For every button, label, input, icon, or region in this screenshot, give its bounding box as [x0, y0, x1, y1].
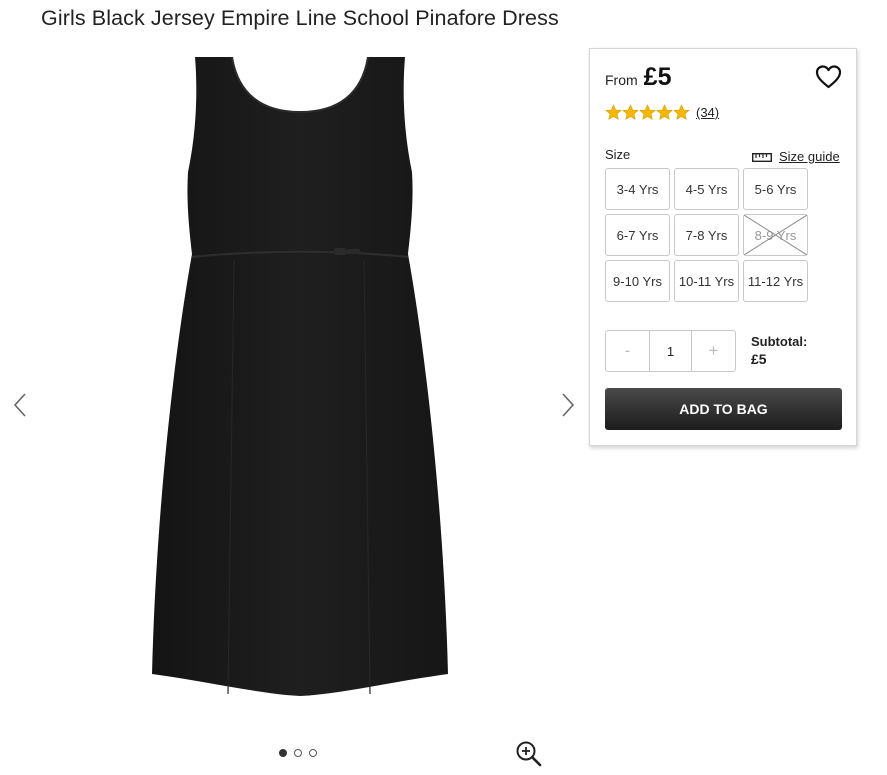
size-option-label: 6-7 Yrs [616, 227, 659, 243]
size-option-label: 10-11 Yrs [678, 273, 735, 289]
zoom-in-icon[interactable] [515, 740, 542, 767]
star-icon [605, 104, 622, 120]
ruler-icon [752, 153, 772, 162]
price: £5 [643, 63, 672, 91]
purchase-panel: From £5 (34) Size Size guide 3-4 Yrs 4-5 … [589, 48, 857, 446]
size-option[interactable]: 10-11 Yrs [674, 260, 739, 302]
quantity-value[interactable]: 1 [649, 331, 692, 371]
chevron-left-icon[interactable] [8, 385, 32, 425]
cross-icon [744, 215, 807, 255]
size-option[interactable]: 8-9 Yrs [743, 214, 808, 256]
subtotal-label: Subtotal: [751, 334, 808, 349]
price-row: From £5 [605, 63, 671, 92]
size-options: 3-4 Yrs 4-5 Yrs 5-6 Yrs 6-7 Yrs 7-8 Yrs 8-9 Y… [605, 168, 808, 302]
size-option[interactable]: 5-6 Yrs [743, 168, 808, 210]
slide-dot[interactable] [279, 749, 287, 757]
add-to-bag-button[interactable]: ADD TO BAG [605, 388, 842, 430]
star-icon [622, 104, 639, 120]
from-label: From [605, 72, 638, 88]
size-option-label: 3-4 Yrs [616, 181, 659, 197]
size-guide-label: Size guide [779, 149, 840, 164]
image-gallery [0, 40, 590, 775]
product-image [152, 56, 448, 696]
quantity-stepper: - 1 + [605, 330, 736, 372]
size-guide-link[interactable]: Size guide [752, 149, 840, 164]
size-option[interactable]: 7-8 Yrs [674, 214, 739, 256]
subtotal-value: £5 [751, 351, 767, 367]
rating: (34) [605, 104, 719, 121]
quantity-decrease-button[interactable]: - [606, 331, 649, 371]
heart-icon[interactable] [815, 64, 842, 90]
product-title: Girls Black Jersey Empire Line School Pi… [41, 6, 559, 30]
star-icon [639, 104, 656, 120]
size-option-label: 11-12 Yrs [747, 273, 804, 289]
star-icon [656, 104, 673, 120]
review-count-link[interactable]: (34) [696, 105, 719, 120]
size-option[interactable]: 3-4 Yrs [605, 168, 670, 210]
size-option[interactable]: 11-12 Yrs [743, 260, 808, 302]
rating-stars [605, 104, 690, 121]
size-option-label: 4-5 Yrs [685, 181, 728, 197]
size-option-label: 9-10 Yrs [613, 273, 662, 289]
size-option[interactable]: 9-10 Yrs [605, 260, 670, 302]
subtotal: Subtotal: £5 [751, 334, 807, 367]
size-option[interactable]: 6-7 Yrs [605, 214, 670, 256]
size-option[interactable]: 4-5 Yrs [674, 168, 739, 210]
size-option-label: 7-8 Yrs [685, 227, 728, 243]
star-icon [673, 104, 690, 120]
slide-dot[interactable] [309, 749, 317, 757]
size-option-label: 5-6 Yrs [754, 181, 797, 197]
slide-dots [279, 749, 317, 757]
chevron-right-icon[interactable] [556, 385, 580, 425]
quantity-increase-button[interactable]: + [692, 331, 735, 371]
size-label: Size [605, 147, 631, 162]
slide-dot[interactable] [294, 749, 302, 757]
